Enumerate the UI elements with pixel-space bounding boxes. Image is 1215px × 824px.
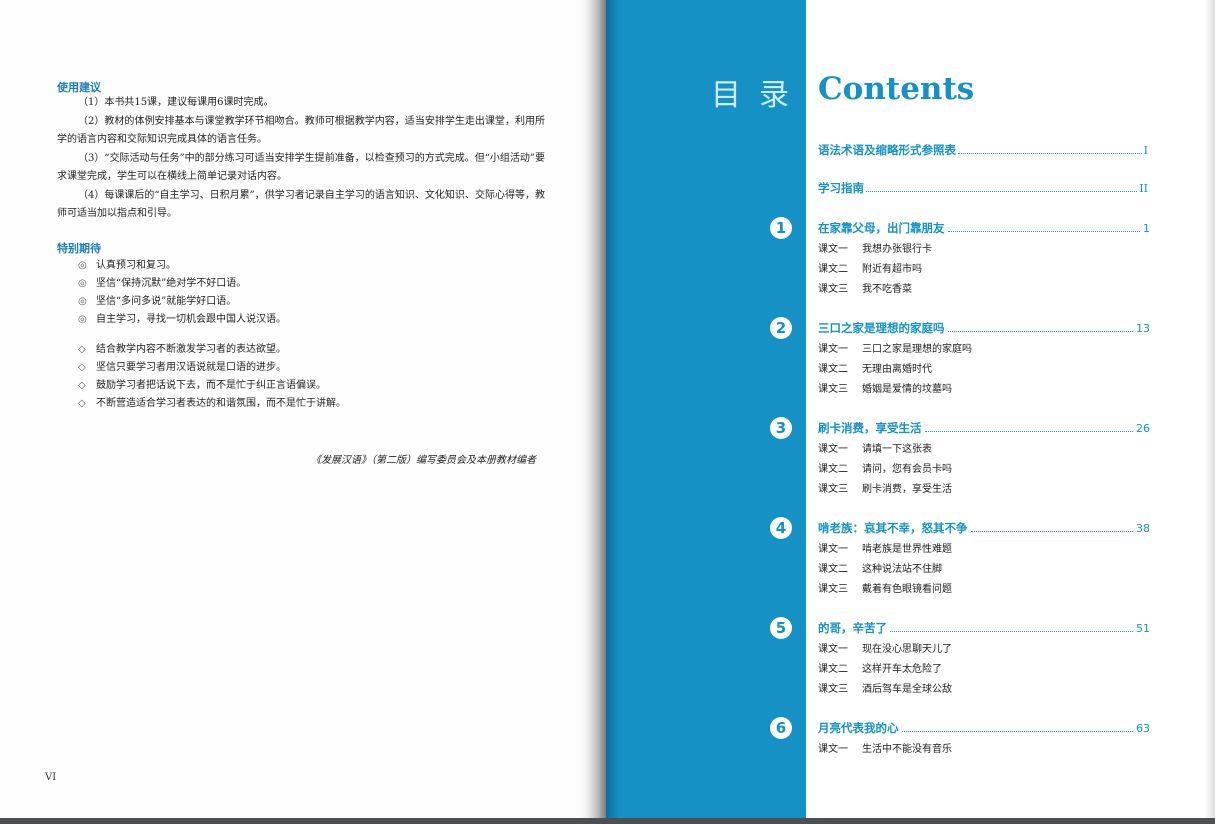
usage-paragraph-2: （2）教材的体例安排基本与课堂教学环节相吻合。教师可根据教学内容，适当安排学生走… [57,115,545,146]
toc-entry-grammar-terms[interactable]: 语法术语及缩略形式参照表 I [818,142,1148,158]
toc-lesson[interactable]: 课文一 啃老族是世界性难题 [818,540,952,555]
page-number: VI [45,772,57,783]
usage-paragraph-1: （1）本书共15课，建议每课用6课时完成。 [78,97,274,108]
toc-lesson[interactable]: 课文二 附近有超市吗 [818,260,922,275]
diamond-bullet-icon: ◇ [78,344,86,355]
bottom-edge [0,818,1215,824]
list-item: ◎ 认真预习和复习。 [78,257,286,275]
unit-number-badge: 5 [770,617,792,639]
circle-bullet-icon: ◎ [78,278,87,289]
toc-lesson[interactable]: 课文三 婚姻是爱情的坟墓吗 [818,380,952,395]
list-item: ◎ 自主学习，寻找一切机会跟中国人说汉语。 [78,311,286,329]
usage-heading: 使用建议 [57,81,101,94]
list-item: ◎ 坚信“多问多说”就能学好口语。 [78,293,286,311]
expect-heading: 特别期待 [57,242,101,255]
toc-lesson[interactable]: 课文三 酒后驾车是全球公敌 [818,680,952,695]
list-item: ◇ 鼓励学习者把话说下去，而不是忙于纠正言语偏误。 [78,377,346,395]
unit-number-badge: 2 [770,317,792,339]
list-item: ◎ 坚信“保持沉默”绝对学不好口语。 [78,275,286,293]
toc-lesson[interactable]: 课文一 现在没心思聊天儿了 [818,640,952,655]
mulu-title: 目录 [711,78,807,113]
toc-lesson[interactable]: 课文一 生活中不能没有音乐 [818,740,952,755]
toc-unit-4[interactable]: 啃老族：哀其不幸，怒其不争 38 [818,520,1150,536]
circle-bullet-icon: ◎ [78,260,87,271]
toc-lesson[interactable]: 课文三 我不吃香菜 [818,280,912,295]
toc-lesson[interactable]: 课文三 刷卡消费，享受生活 [818,480,952,495]
blue-side-band [606,0,806,820]
list-item: ◇ 结合教学内容不断激发学习者的表达欲望。 [78,341,346,359]
circle-bullet-icon: ◎ [78,296,87,307]
toc-lesson[interactable]: 课文二 请问，您有会员卡吗 [818,460,952,475]
circle-bullet-icon: ◎ [78,314,87,325]
unit-number-badge: 1 [770,217,792,239]
toc-unit-5[interactable]: 的哥，辛苦了 51 [818,620,1150,636]
page-edge [1205,0,1215,820]
toc-lesson[interactable]: 课文三 戴着有色眼镜看问题 [818,580,952,595]
usage-paragraph-4: （4）每课课后的“自主学习、日积月累”，供学习者记录自主学习的语言知识、文化知识… [57,189,545,220]
toc-entry-study-guide[interactable]: 学习指南 II [818,180,1148,196]
usage-paragraph-3: （3）“交际活动与任务”中的部分练习可适当安排学生提前准备，以检查预习的方式完成… [57,152,545,183]
left-page: 使用建议 （1）本书共15课，建议每课用6课时完成。 （2）教材的体例安排基本与… [0,0,584,820]
teacher-expectations: ◇ 结合教学内容不断激发学习者的表达欲望。 ◇ 坚信只要学习者用汉语说就是口语的进步… [78,341,346,413]
unit-number-badge: 4 [770,517,792,539]
diamond-bullet-icon: ◇ [78,362,86,373]
student-expectations: ◎ 认真预习和复习。 ◎ 坚信“保持沉默”绝对学不好口语。 ◎ 坚信“多问多说”就能学… [78,257,286,329]
diamond-bullet-icon: ◇ [78,380,86,391]
toc-unit-1[interactable]: 在家靠父母，出门靠朋友 1 [818,220,1150,236]
toc-lesson[interactable]: 课文一 我想办张银行卡 [818,240,932,255]
usage-paragraphs: （1）本书共15课，建议每课用6课时完成。 （2）教材的体例安排基本与课堂教学环… [57,94,545,224]
toc-lesson[interactable]: 课文一 请填一下这张表 [818,440,932,455]
toc-unit-2[interactable]: 三口之家是理想的家庭吗 13 [818,320,1150,336]
unit-number-badge: 3 [770,417,792,439]
contents-title: Contents [818,71,975,107]
toc-unit-3[interactable]: 刷卡消费，享受生活 26 [818,420,1150,436]
diamond-bullet-icon: ◇ [78,398,86,409]
toc-unit-6[interactable]: 月亮代表我的心 63 [818,720,1150,736]
toc-lesson[interactable]: 课文二 无理由离婚时代 [818,360,932,375]
toc-lesson[interactable]: 课文一 三口之家是理想的家庭吗 [818,340,972,355]
book-gutter [578,0,608,820]
editor-credit: 《发展汉语》（第二版）编写委员会及本册教材编者 [311,455,536,466]
list-item: ◇ 不断营造适合学习者表达的和谐氛围，而不是忙于讲解。 [78,395,346,413]
toc-lesson[interactable]: 课文二 这种说法站不住脚 [818,560,942,575]
list-item: ◇ 坚信只要学习者用汉语说就是口语的进步。 [78,359,346,377]
toc-lesson[interactable]: 课文二 这样开车太危险了 [818,660,942,675]
unit-number-badge: 6 [770,717,792,739]
